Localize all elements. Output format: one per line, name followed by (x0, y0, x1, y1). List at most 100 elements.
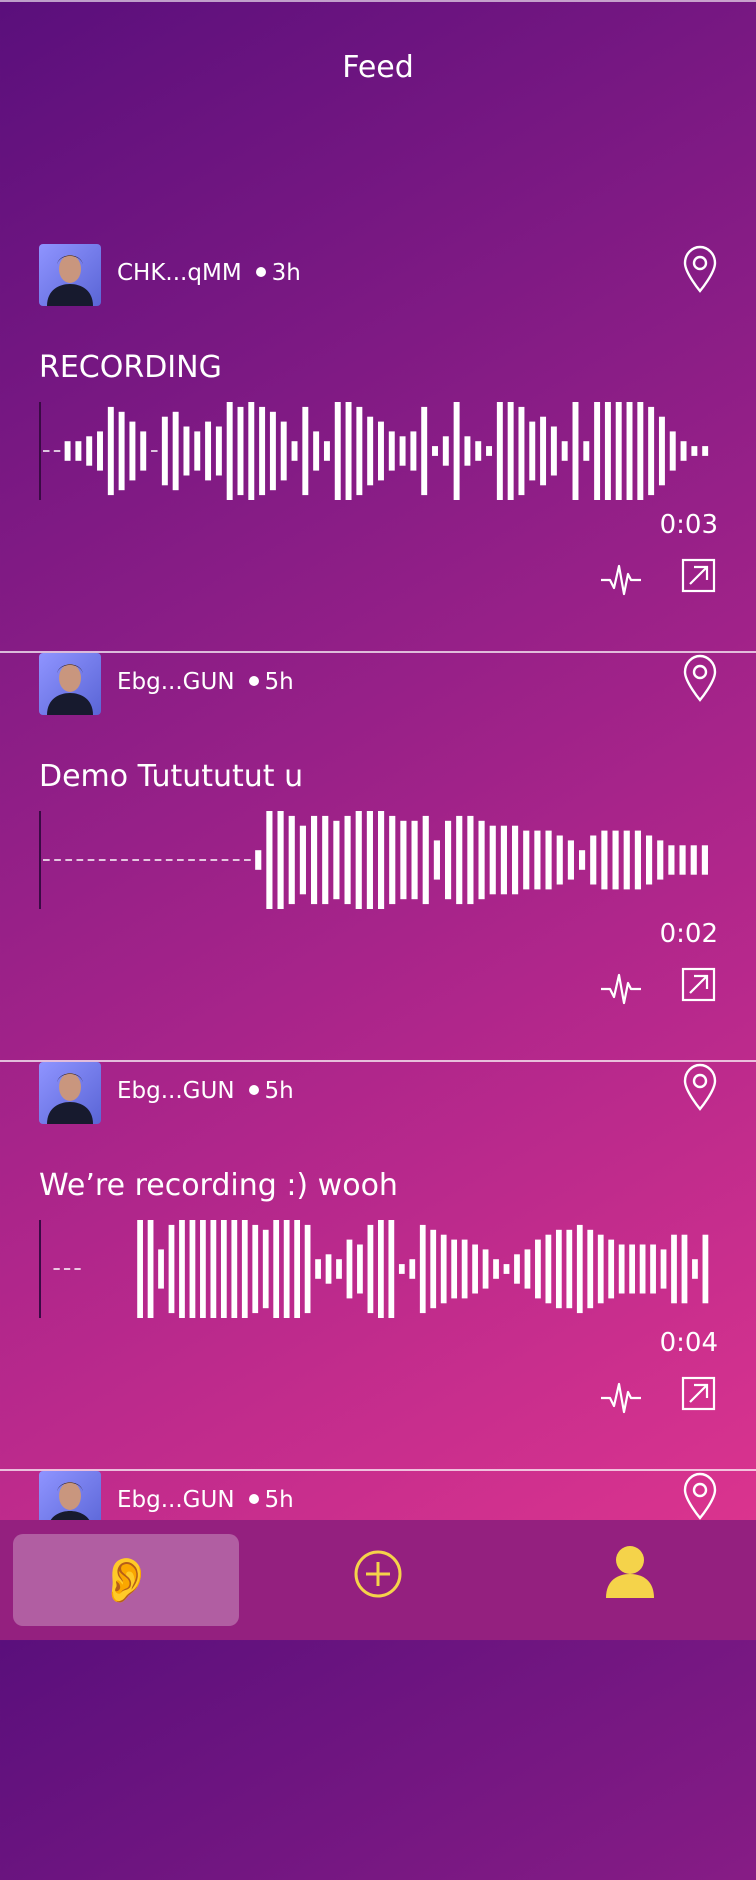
waveform-bar (594, 402, 601, 500)
post-meta: Ebg...GUN 5h (117, 669, 294, 695)
waveform-bar (545, 830, 552, 890)
waveform-bar (482, 1249, 489, 1289)
waveform-bar (345, 402, 352, 500)
waveform-bar (646, 835, 653, 885)
waveform-bar (679, 845, 686, 875)
feed-post[interactable]: Ebg...GUN 5h Demo Tutututut u 0:02 (0, 653, 756, 1062)
post-username[interactable]: CHK...qMM (117, 260, 242, 286)
audio-waveform[interactable] (39, 1220, 713, 1318)
post-username[interactable]: Ebg...GUN (117, 669, 235, 695)
waveform-bar (336, 1259, 342, 1279)
audio-waveform[interactable] (39, 811, 713, 909)
open-external-icon[interactable] (681, 1376, 716, 1411)
waveform-bar (266, 811, 273, 909)
person-icon[interactable] (604, 1544, 656, 1600)
waveform-bar (179, 1220, 185, 1318)
waveform-bar (529, 421, 536, 481)
waveform-bar (378, 811, 385, 909)
waveform-bar (500, 825, 507, 895)
waveform-bar (440, 1234, 447, 1304)
nav-listen-tab[interactable]: 👂 (13, 1534, 239, 1626)
waveform-bar (269, 411, 276, 491)
waveform-bar (629, 1244, 636, 1294)
waveform-bar (615, 402, 622, 500)
post-username[interactable]: Ebg...GUN (117, 1487, 235, 1513)
map-pin-icon[interactable] (682, 654, 718, 702)
map-pin-icon[interactable] (682, 1063, 718, 1111)
waveform-bar (507, 402, 514, 500)
separator-dot (248, 676, 259, 686)
waveform-bar (430, 1229, 437, 1309)
waveform-bar (333, 820, 340, 900)
waveform-bar (489, 825, 496, 895)
waveform-bar (660, 1249, 667, 1289)
waveform-bar (325, 1254, 332, 1284)
avatar[interactable] (39, 1062, 101, 1124)
waveform-bar (579, 850, 586, 870)
post-username[interactable]: Ebg...GUN (117, 1078, 235, 1104)
waveform-bar (137, 1220, 143, 1318)
feed-post[interactable]: CHK...qMM 3h RECORDING 0:03 (0, 244, 756, 653)
waveform-bar (311, 815, 318, 905)
waveform-bar (583, 441, 590, 461)
waveform-bar (690, 845, 697, 875)
waveform-bar (248, 402, 255, 500)
waveform-bar (189, 1220, 196, 1318)
waveform-bar (398, 1264, 405, 1274)
waveform-bar (273, 1220, 280, 1318)
avatar[interactable] (39, 653, 101, 715)
waveform-bar (623, 830, 630, 890)
waveform-bar (367, 416, 374, 486)
waveform-bar (503, 1264, 510, 1274)
waveform-bar (445, 820, 452, 900)
add-circle-icon[interactable] (353, 1549, 403, 1599)
waveform-bar (681, 1234, 688, 1304)
separator-dot (255, 267, 266, 277)
waveform-bar (215, 426, 222, 476)
waveform-bar (421, 406, 428, 496)
waveform-bar (322, 815, 329, 905)
waveform-bar (572, 402, 579, 500)
avatar[interactable] (39, 244, 101, 306)
waveform-bar (550, 426, 557, 476)
waveform-bar (555, 1229, 562, 1309)
waveform-bar (231, 1220, 238, 1318)
waveform-bar (419, 1224, 426, 1314)
feed-post[interactable]: Ebg...GUN 5h We’re recording :) wooh 0:04 (0, 1062, 756, 1471)
post-meta: CHK...qMM 3h (117, 260, 301, 286)
waveform-bar (601, 830, 608, 890)
waveform-icon[interactable] (600, 560, 642, 596)
app-header: Feed (0, 0, 756, 130)
post-age: 5h (264, 1487, 294, 1513)
waveform-bar (378, 1220, 384, 1318)
waveform-bar (388, 431, 395, 471)
waveform-bar (671, 1234, 677, 1304)
waveform-bar (315, 1259, 321, 1279)
waveform-bar (210, 1220, 217, 1318)
avatar-image (39, 244, 101, 306)
waveform-bar (226, 402, 233, 500)
waveform-bar (262, 1229, 269, 1309)
waveform-bar (461, 1239, 468, 1299)
waveform-bar (590, 835, 597, 885)
open-external-icon[interactable] (681, 967, 716, 1002)
waveform-bar (168, 1224, 175, 1314)
waveform-bar (669, 431, 676, 471)
waveform-bar (107, 406, 114, 496)
waveform-bar (556, 835, 563, 885)
waveform-bar (118, 411, 125, 491)
waveform-bar (496, 402, 503, 500)
waveform-bar (668, 845, 675, 875)
bottom-nav: 👂 (0, 1520, 756, 1640)
waveform-bar (411, 820, 418, 900)
map-pin-icon[interactable] (682, 1472, 718, 1520)
waveform-bar (597, 1234, 604, 1304)
waveform-bar (604, 402, 611, 500)
waveform-bar (545, 1234, 552, 1304)
audio-waveform[interactable] (39, 402, 713, 500)
waveform-icon[interactable] (600, 1378, 642, 1414)
map-pin-icon[interactable] (682, 245, 718, 293)
waveform-bar (158, 1249, 164, 1289)
waveform-icon[interactable] (600, 969, 642, 1005)
open-external-icon[interactable] (681, 558, 716, 593)
